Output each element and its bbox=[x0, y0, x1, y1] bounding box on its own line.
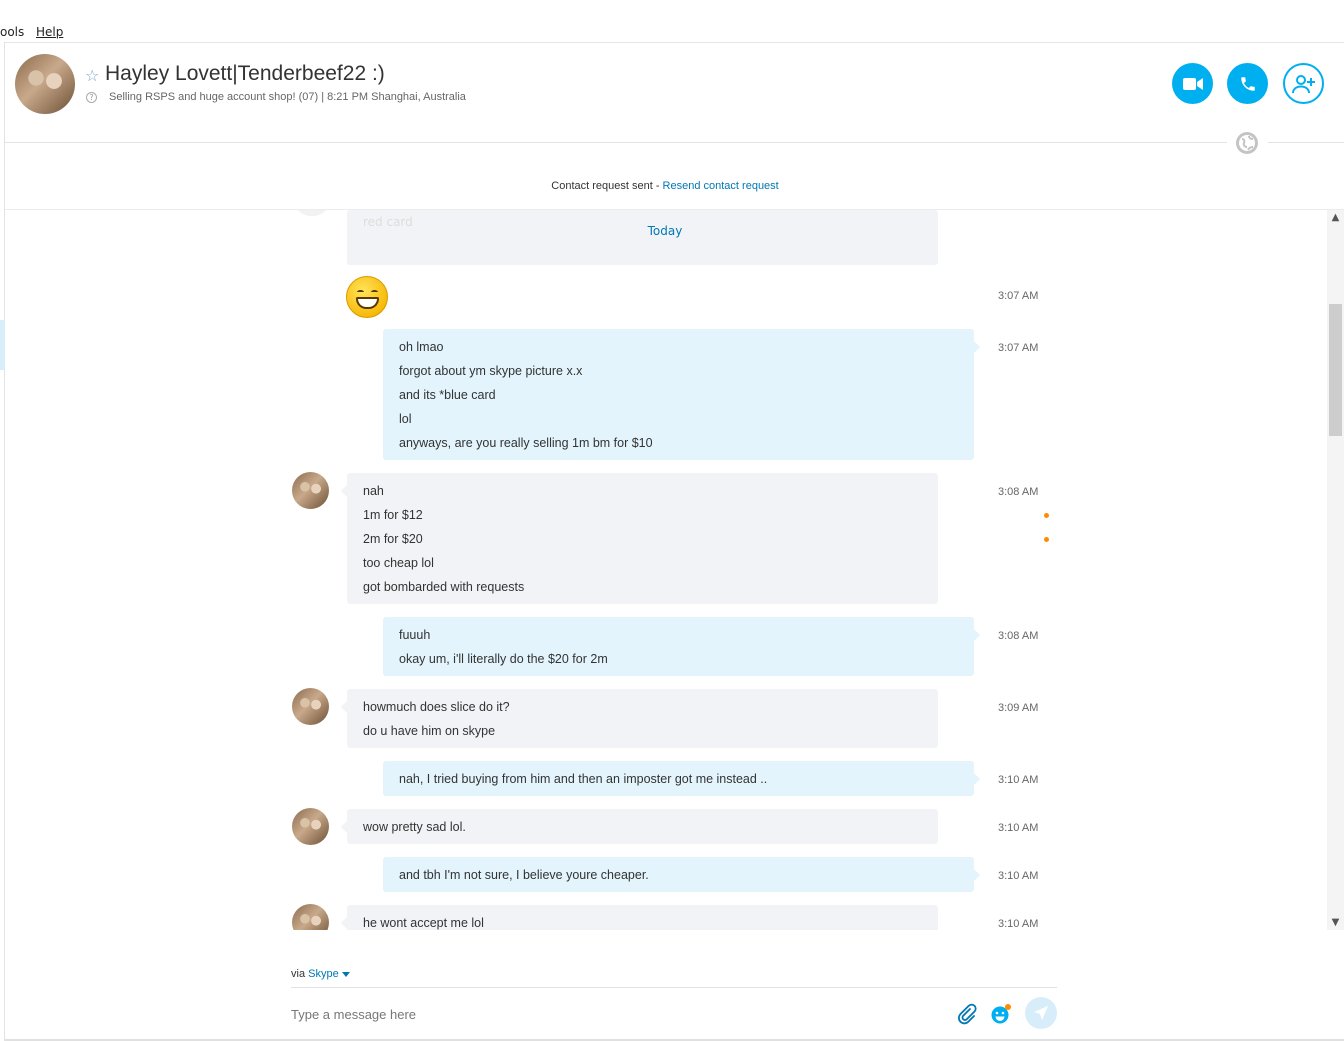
date-separator-today: Today bbox=[647, 224, 683, 238]
send-icon bbox=[1034, 1006, 1048, 1020]
message-text: nah bbox=[363, 484, 384, 498]
message-text: howmuch does slice do it? bbox=[363, 700, 510, 714]
message-text: oh lmao bbox=[399, 340, 444, 354]
contact-avatar[interactable] bbox=[15, 54, 75, 114]
header-divider-right bbox=[1268, 142, 1344, 143]
message-bubble-incoming[interactable]: he wont accept me lol bbox=[341, 905, 938, 930]
add-contact-icon bbox=[1291, 74, 1315, 93]
message-timestamp: 3:10 AM bbox=[998, 822, 1039, 834]
message-text: do u have him on skype bbox=[363, 724, 496, 738]
resend-contact-request-link[interactable]: Resend contact request bbox=[663, 180, 779, 192]
via-service[interactable]: Skype bbox=[308, 968, 339, 980]
menu-bar: ools Help bbox=[0, 22, 1344, 42]
grin-emoticon-icon[interactable] bbox=[346, 276, 388, 318]
message-timestamp: 3:08 AM bbox=[998, 486, 1039, 498]
contact-mood-message: Selling RSPS and huge account shop! (07)… bbox=[109, 91, 466, 103]
message-text: and tbh I'm not sure, I believe youre ch… bbox=[399, 868, 649, 882]
message-timestamp: 3:07 AM bbox=[998, 342, 1039, 354]
audio-call-icon bbox=[1240, 76, 1255, 91]
message-timestamp: 3:10 AM bbox=[998, 774, 1039, 786]
send-button[interactable] bbox=[1025, 997, 1057, 1029]
message-timestamp: 3:07 AM bbox=[998, 290, 1039, 302]
message-text: nah, I tried buying from him and then an… bbox=[399, 772, 768, 786]
message-text: 2m for $20 bbox=[363, 532, 423, 546]
chevron-down-icon[interactable] bbox=[341, 971, 350, 977]
audio-call-button[interactable] bbox=[1227, 63, 1268, 104]
globe-icon bbox=[1239, 135, 1255, 151]
unread-dot bbox=[1044, 537, 1049, 542]
avatar[interactable] bbox=[292, 904, 329, 930]
message-bubble-outgoing[interactable]: fuuuh okay um, i'll literally do the $20… bbox=[383, 617, 980, 676]
scroll-up-icon[interactable]: ▲ bbox=[1327, 212, 1344, 223]
message-text: lol bbox=[399, 412, 412, 426]
add-participants-button[interactable] bbox=[1283, 63, 1324, 104]
message-bubble-outgoing[interactable]: oh lmao forgot about ym skype picture x.… bbox=[383, 329, 980, 460]
conversation-header: ☆ Hayley Lovett|Tenderbeef22 :) ? Sellin… bbox=[5, 42, 1344, 142]
globe-button[interactable] bbox=[1236, 132, 1258, 154]
avatar bbox=[297, 210, 327, 216]
message-text: wow pretty sad lol. bbox=[363, 820, 466, 834]
attach-icon[interactable] bbox=[956, 1003, 978, 1025]
message-text: okay um, i'll literally do the $20 for 2… bbox=[399, 652, 608, 666]
avatar[interactable] bbox=[292, 472, 329, 509]
message-text: and its *blue card bbox=[399, 388, 496, 402]
message-timestamp: 3:09 AM bbox=[998, 702, 1039, 714]
contact-request-text: Contact request sent - bbox=[551, 180, 663, 192]
message-bubble-incoming[interactable]: howmuch does slice do it? do u have him … bbox=[341, 689, 938, 748]
message-timestamp: 3:10 AM bbox=[998, 918, 1039, 930]
message-bubble-outgoing[interactable]: nah, I tried buying from him and then an… bbox=[383, 761, 980, 796]
message-timestamp: 3:08 AM bbox=[998, 630, 1039, 642]
message-input[interactable] bbox=[291, 1000, 941, 1028]
message-text: fuuuh bbox=[399, 628, 431, 642]
scroll-down-icon[interactable]: ▼ bbox=[1327, 917, 1344, 928]
video-call-icon bbox=[1182, 77, 1203, 90]
menu-tools[interactable]: ools bbox=[0, 25, 24, 39]
emoticon-icon[interactable] bbox=[990, 1003, 1012, 1025]
video-call-button[interactable] bbox=[1172, 63, 1213, 104]
star-icon[interactable]: ☆ bbox=[85, 66, 99, 85]
avatar[interactable] bbox=[292, 688, 329, 725]
message-bubble-incoming[interactable]: wow pretty sad lol. bbox=[341, 809, 938, 844]
mood-info-icon: ? bbox=[86, 92, 97, 103]
message-text: anyways, are you really selling 1m bm fo… bbox=[399, 436, 653, 450]
message-bubble-outgoing[interactable]: and tbh I'm not sure, I believe youre ch… bbox=[383, 857, 980, 892]
message-text: forgot about ym skype picture x.x bbox=[399, 364, 583, 378]
message-text: 1m for $12 bbox=[363, 508, 423, 522]
compose-divider bbox=[291, 987, 1057, 988]
contact-name[interactable]: Hayley Lovett|Tenderbeef22 :) bbox=[105, 62, 385, 86]
message-history[interactable]: red card Today 3:07 AM oh lmao forgot ab… bbox=[5, 210, 1327, 930]
via-label: via bbox=[291, 968, 309, 980]
header-divider bbox=[5, 142, 1227, 143]
message-text: too cheap lol bbox=[363, 556, 434, 570]
chat-scrollbar[interactable]: ▲ ▼ bbox=[1327, 210, 1344, 930]
message-bubble-incoming[interactable]: nah 1m for $12 2m for $20 too cheap lol … bbox=[341, 473, 938, 604]
contact-request-banner: Contact request sent - Resend contact re… bbox=[5, 180, 1325, 192]
unread-dot bbox=[1044, 513, 1049, 518]
message-text: got bombarded with requests bbox=[363, 580, 525, 594]
avatar[interactable] bbox=[292, 808, 329, 845]
message-timestamp: 3:10 AM bbox=[998, 870, 1039, 882]
message-text: he wont accept me lol bbox=[363, 916, 484, 930]
scrollbar-thumb[interactable] bbox=[1329, 304, 1342, 436]
send-via-selector[interactable]: via Skype bbox=[291, 968, 350, 980]
menu-help[interactable]: Help bbox=[36, 25, 63, 39]
